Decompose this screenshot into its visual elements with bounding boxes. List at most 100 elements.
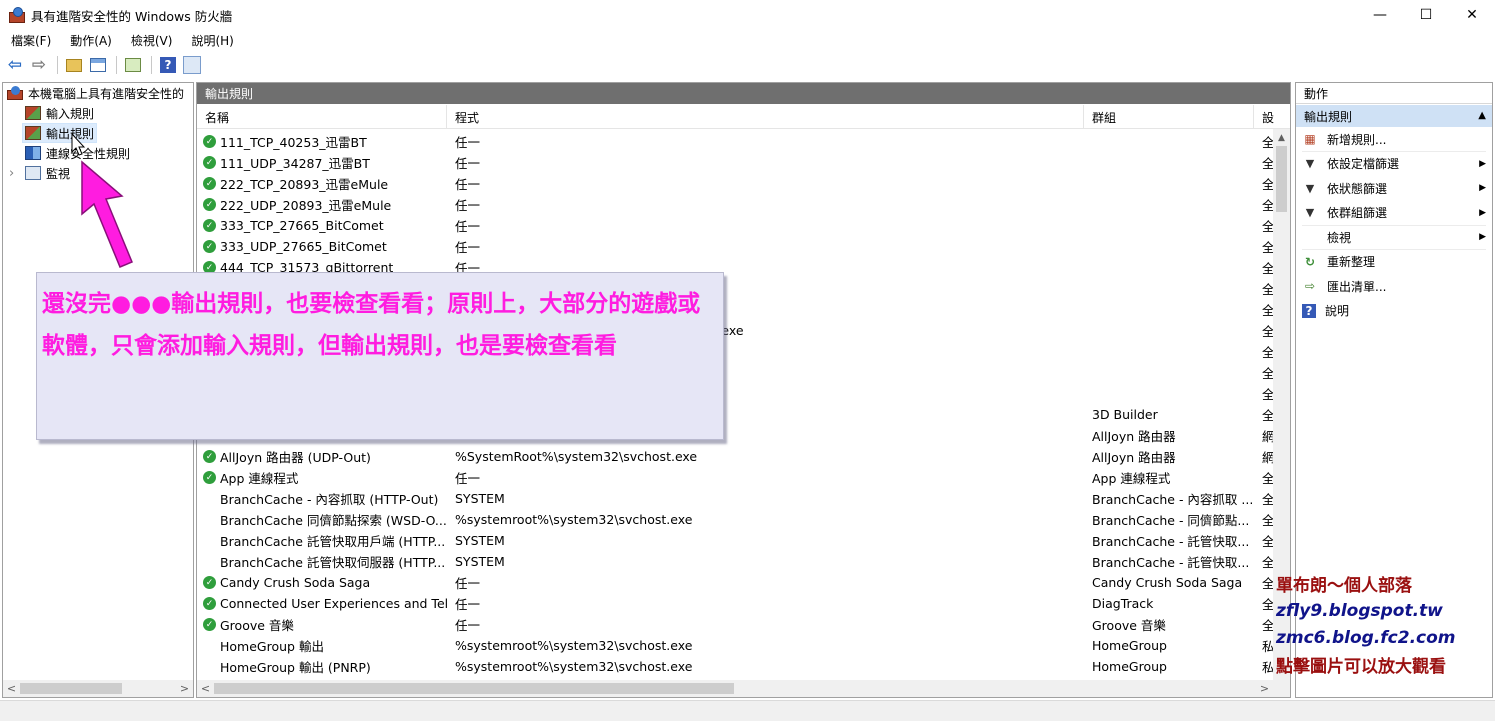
cell-name: HomeGroup 輸出	[203, 635, 447, 656]
outbound-rules-icon	[25, 126, 41, 140]
table-row[interactable]: ✓ 333_UDP_27665_BitComet 任一全	[197, 236, 1275, 257]
cell-group: AllJoyn 路由器	[1092, 429, 1176, 444]
help-button[interactable]: ?	[157, 54, 179, 76]
action-item[interactable]: ↻ 重新整理	[1296, 250, 1492, 274]
back-button[interactable]: ⇦	[4, 54, 26, 76]
actions-title: 動作	[1296, 83, 1492, 104]
table-row[interactable]: ✓ Groove 音樂 任一 Groove 音樂全	[197, 614, 1275, 635]
cell-group: BranchCache - 內容抓取 ...	[1092, 492, 1252, 507]
toolbar-separator	[151, 56, 152, 74]
rule-name: HomeGroup 輸出	[220, 639, 324, 654]
tree-item-label: 輸入規則	[46, 106, 95, 121]
close-button[interactable]: ✕	[1449, 0, 1495, 30]
table-row[interactable]: ✓ AllJoyn 路由器 (UDP-Out) %SystemRoot%\syste…	[197, 446, 1275, 467]
cell-program: SYSTEM	[455, 533, 505, 548]
cell-program: %systemroot%\system32\svchost.exe	[455, 659, 693, 674]
tree-item-connection-security[interactable]: 連線安全性規則	[25, 143, 130, 163]
table-row[interactable]: HomeGroup 輸出 %systemroot%\system32\svchos…	[197, 635, 1275, 656]
menu-file[interactable]: 檔案(F)	[0, 32, 59, 49]
cell-group	[1092, 152, 1252, 173]
cell-program: 任一	[455, 135, 481, 150]
cell-group: BranchCache - 託管快取...	[1092, 555, 1250, 570]
scroll-left-icon[interactable]: <	[3, 680, 20, 697]
table-row[interactable]: BranchCache - 內容抓取 (HTTP-Out) SYSTEM Branc…	[197, 488, 1275, 509]
action-item[interactable]: 檢視 ▶	[1296, 225, 1492, 249]
new-rule-icon: ▦	[1304, 132, 1316, 146]
up-folder-button[interactable]	[63, 54, 85, 76]
rules-horizontal-scrollbar[interactable]: < >	[197, 680, 1290, 697]
cell-group	[1092, 299, 1252, 320]
actions-section-header[interactable]: 輸出規則 ▲	[1296, 105, 1492, 127]
table-row[interactable]: ✓ Connected User Experiences and Tel... 任一…	[197, 593, 1275, 614]
expand-chevron-icon[interactable]: ›	[9, 166, 21, 181]
table-row[interactable]: BranchCache 同儕節點探索 (WSD-O... %systemroot%…	[197, 509, 1275, 530]
table-row[interactable]: ✓ 222_TCP_20893_迅雷eMule 任一全	[197, 173, 1275, 194]
tree-root[interactable]: 本機電腦上具有進階安全性的	[7, 83, 184, 103]
table-row[interactable]: ✓ App 連線程式 任一 App 連線程式全	[197, 467, 1275, 488]
table-row[interactable]: ✓ Candy Crush Soda Saga 任一 Candy Crush Soda…	[197, 572, 1275, 593]
action-item[interactable]: ▼ 依狀態篩選 ▶	[1296, 176, 1492, 200]
help-icon: ?	[160, 57, 176, 73]
scroll-right-icon[interactable]: >	[1256, 680, 1273, 697]
collapse-caret-icon[interactable]: ▲	[1478, 110, 1486, 121]
tree-item-outbound[interactable]: 輸出規則	[22, 123, 98, 143]
column-program[interactable]: 程式	[447, 105, 1084, 129]
forward-button[interactable]: ⇨	[28, 54, 50, 76]
cell-group	[1092, 320, 1252, 341]
column-profile[interactable]: 設	[1254, 105, 1274, 129]
minimize-button[interactable]: —	[1357, 0, 1403, 30]
action-item[interactable]: ▼ 依群組篩選 ▶	[1296, 201, 1492, 225]
table-row[interactable]: ✓ 111_TCP_40253_迅雷BT 任一全	[197, 131, 1275, 152]
actions-section-label: 輸出規則	[1304, 109, 1353, 124]
action-item[interactable]: ? 說明	[1296, 299, 1492, 323]
menu-action[interactable]: 動作(A)	[59, 32, 120, 49]
cell-group	[1092, 173, 1252, 194]
rule-name: Candy Crush Soda Saga	[220, 575, 371, 590]
folder-icon	[66, 58, 82, 72]
column-name[interactable]: 名稱	[197, 105, 447, 129]
table-row[interactable]: BranchCache 託管快取伺服器 (HTTP... SYSTEM Branch…	[197, 551, 1275, 572]
menu-help[interactable]: 說明(H)	[180, 32, 241, 49]
table-row[interactable]: ✓ 333_TCP_27665_BitComet 任一全	[197, 215, 1275, 236]
action-item[interactable]: ▼ 依設定檔篩選 ▶	[1296, 152, 1492, 176]
cell-group: Groove 音樂	[1092, 618, 1166, 633]
cell-group	[1092, 278, 1252, 299]
table-row[interactable]: ✓ 111_UDP_34287_迅雷BT 任一全	[197, 152, 1275, 173]
scroll-right-icon[interactable]: >	[176, 680, 193, 697]
cell-name: ✓ AllJoyn 路由器 (UDP-Out)	[203, 446, 447, 467]
cell-name: ✓ Groove 音樂	[203, 614, 447, 635]
scroll-up-icon[interactable]: ▲	[1273, 129, 1290, 146]
action-label: 新增規則...	[1327, 132, 1387, 147]
show-hide-tree-button[interactable]	[87, 54, 109, 76]
rule-name: HomeGroup 輸出 (PNRP)	[220, 660, 371, 675]
scrollbar-thumb[interactable]	[214, 683, 734, 694]
tree-horizontal-scrollbar[interactable]: < >	[3, 680, 193, 697]
scrollbar-thumb[interactable]	[20, 683, 122, 694]
cell-name: BranchCache - 內容抓取 (HTTP-Out)	[203, 488, 447, 509]
scrollbar-thumb[interactable]	[1276, 146, 1287, 212]
enabled-check-icon: ✓	[203, 576, 216, 589]
action-item[interactable]: ▦ 新增規則...	[1296, 127, 1492, 151]
cell-name: BranchCache 託管快取伺服器 (HTTP...	[203, 551, 447, 572]
cell-name: ✓ 333_UDP_27665_BitComet	[203, 236, 447, 257]
action-label: 匯出清單...	[1327, 279, 1387, 294]
toolbar-separator	[116, 56, 117, 74]
action-pane-icon	[183, 56, 201, 74]
maximize-button[interactable]: ☐	[1403, 0, 1449, 30]
watermark-url-2: zmc6.blog.fc2.com	[1276, 627, 1456, 648]
cell-name: ✓ 111_UDP_34287_迅雷BT	[203, 152, 447, 173]
tree-item-monitoring[interactable]: › 監視	[9, 163, 70, 183]
action-item[interactable]: ⇨ 匯出清單...	[1296, 274, 1492, 298]
table-row[interactable]: BranchCache 託管快取用戶端 (HTTP... SYSTEM Branch…	[197, 530, 1275, 551]
table-row[interactable]: ✓ 222_UDP_20893_迅雷eMule 任一全	[197, 194, 1275, 215]
column-group[interactable]: 群組	[1084, 105, 1254, 129]
scroll-left-icon[interactable]: <	[197, 680, 214, 697]
submenu-arrow-icon: ▶	[1479, 158, 1486, 169]
cell-group: Candy Crush Soda Saga	[1092, 575, 1243, 590]
export-list-button[interactable]	[122, 54, 144, 76]
cell-group	[1092, 362, 1252, 383]
menu-view[interactable]: 檢視(V)	[120, 32, 181, 49]
show-hide-action-pane-button[interactable]	[181, 54, 203, 76]
tree-item-inbound[interactable]: 輸入規則	[25, 103, 94, 123]
table-row[interactable]: HomeGroup 輸出 (PNRP) %systemroot%\system32…	[197, 656, 1275, 677]
